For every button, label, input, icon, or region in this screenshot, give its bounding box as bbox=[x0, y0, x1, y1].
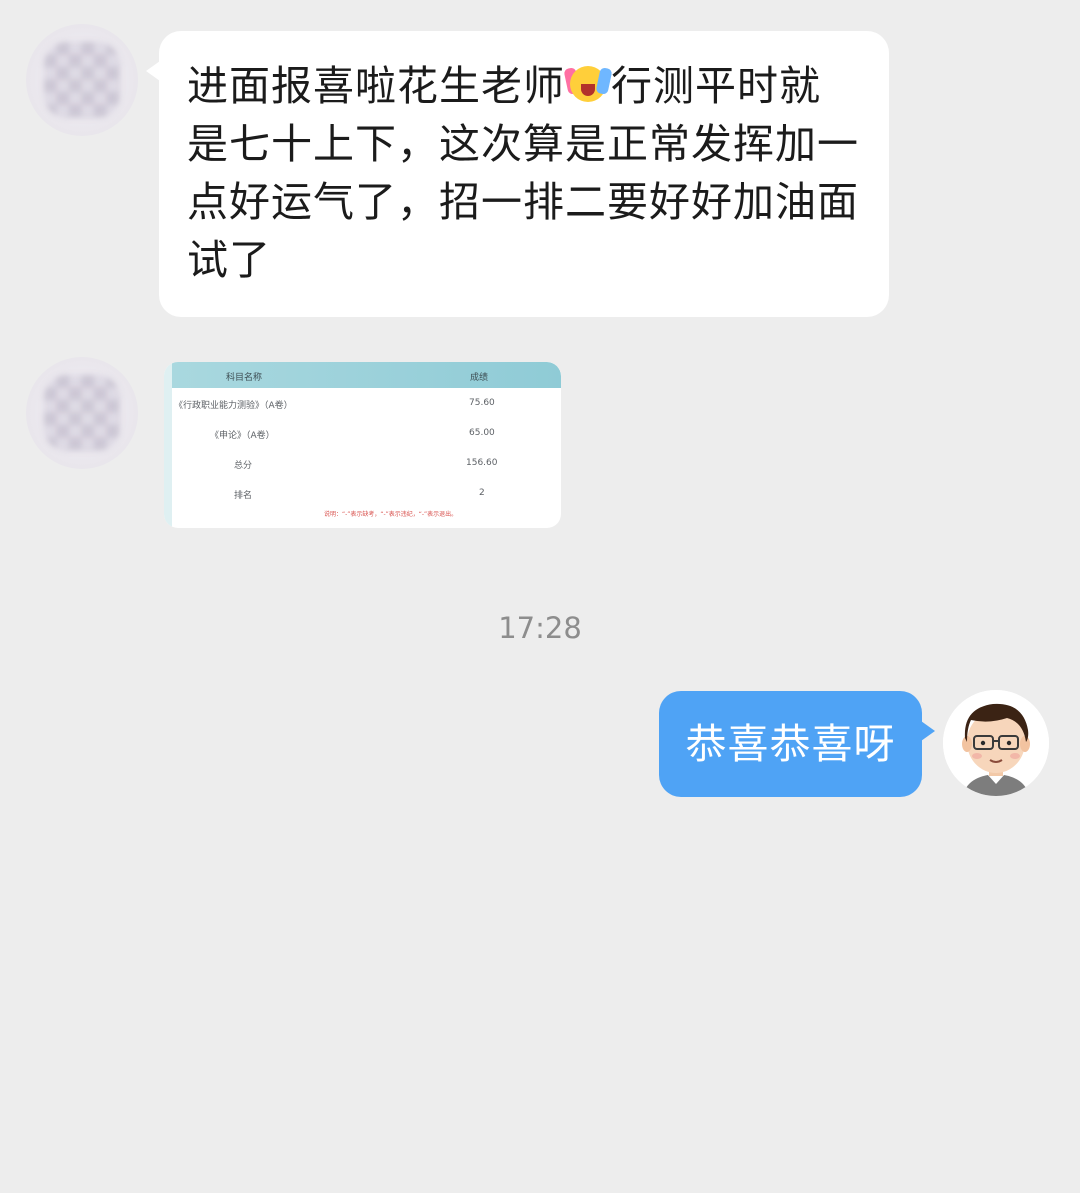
cartoon-avatar-icon bbox=[943, 690, 1049, 796]
blurred-avatar-image bbox=[44, 42, 120, 118]
row-score: 75.60 bbox=[469, 398, 495, 408]
blurred-avatar-image bbox=[44, 375, 120, 451]
row-score: 156.60 bbox=[466, 458, 498, 468]
row-subject: 排名 bbox=[234, 491, 253, 501]
row-subject: 《行政职业能力测验》（A卷） bbox=[174, 401, 293, 411]
header-subject: 科目名称 bbox=[226, 373, 263, 383]
row-subject: 《申论》（A卷） bbox=[210, 431, 275, 441]
score-screenshot-image[interactable]: 科目名称 成绩 《行政职业能力测验》（A卷） 75.60 《申论》（A卷） 65… bbox=[164, 362, 561, 528]
sender-avatar[interactable] bbox=[26, 24, 138, 136]
message-timestamp: 17:28 bbox=[498, 611, 582, 645]
my-avatar[interactable] bbox=[943, 690, 1049, 796]
image-left-border bbox=[164, 362, 172, 528]
incoming-message-bubble[interactable]: 进面报喜啦花生老师 行测平时就是七十上下，这次算是正常发挥加一点好运气了，招一排二… bbox=[146, 31, 889, 317]
row-score: 2 bbox=[479, 488, 485, 498]
header-score: 成绩 bbox=[470, 373, 489, 383]
outgoing-message-text: 恭喜恭喜呀 bbox=[685, 720, 896, 768]
celebration-emoji-icon bbox=[563, 62, 613, 106]
outgoing-message-bubble[interactable]: 恭喜恭喜呀 bbox=[659, 691, 935, 797]
row-subject: 总分 bbox=[234, 461, 253, 471]
row-score: 65.00 bbox=[469, 428, 495, 438]
message-text-part1: 进面报喜啦花生老师 bbox=[187, 62, 565, 110]
sender-avatar-2[interactable] bbox=[26, 357, 138, 469]
table-note: 说明：“-”表示缺考，“-”表示违纪，“-”表示退出。 bbox=[324, 511, 458, 518]
